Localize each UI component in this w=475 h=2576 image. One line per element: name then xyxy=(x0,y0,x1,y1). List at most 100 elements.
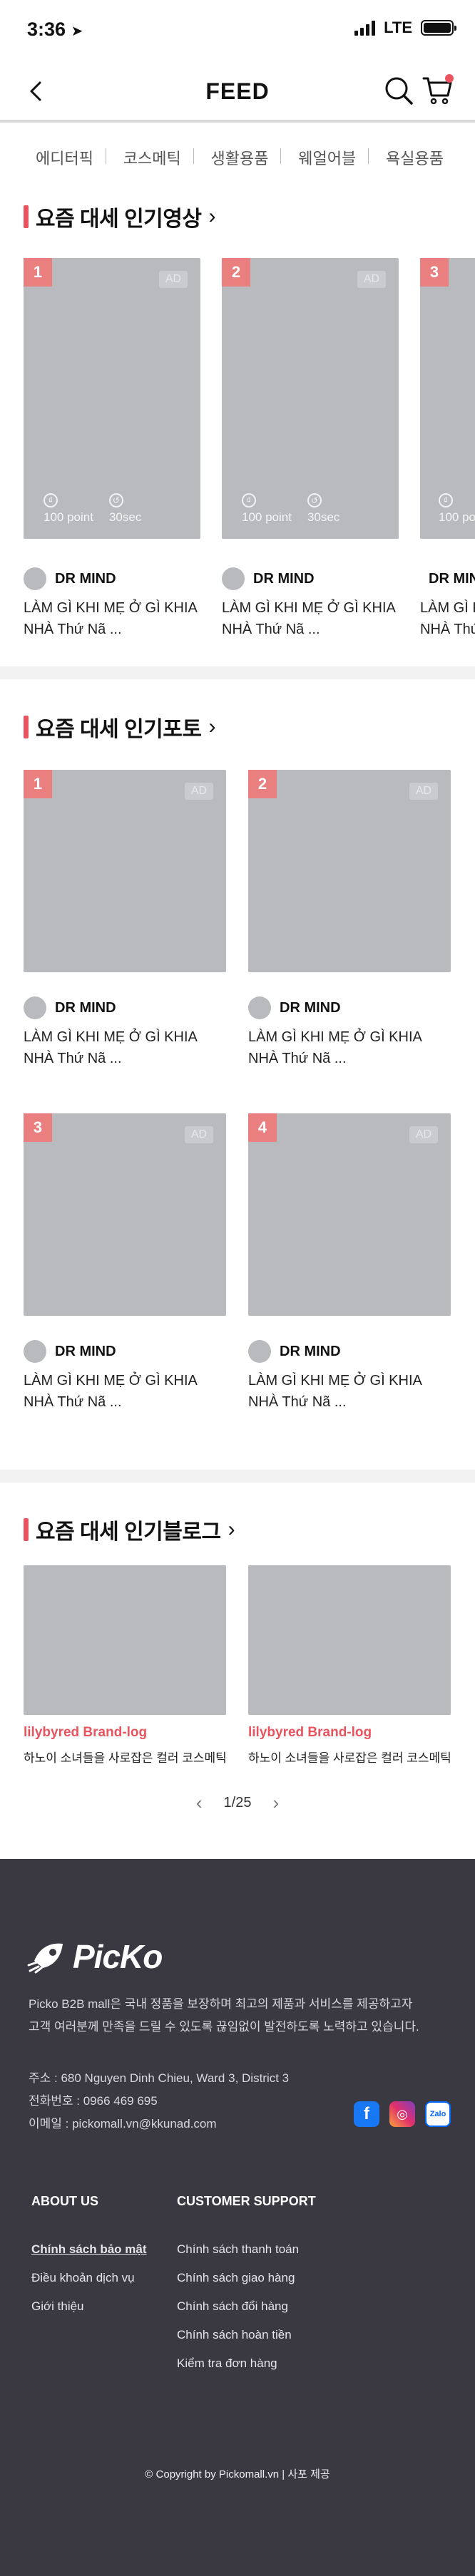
ad-badge: AD xyxy=(409,1126,438,1143)
author-name: DR MIND xyxy=(429,570,475,587)
description-line: LÀM GÌ KHI MẸ Ở GÌ KHIA xyxy=(24,1029,198,1045)
footer-link-shipping[interactable]: Chính sách giao hàng xyxy=(177,2271,299,2285)
tab-living[interactable]: 생활용품 xyxy=(211,146,282,169)
ad-badge: AD xyxy=(185,1126,213,1143)
video-section-title: 요즘 대세 인기영상 xyxy=(36,207,202,231)
footer-link-privacy[interactable]: Chính sách bảo mật xyxy=(31,2242,147,2257)
author[interactable]: DR MIND xyxy=(248,1340,341,1363)
author[interactable]: DR MIND xyxy=(420,567,475,590)
zalo-icon[interactable]: Zalo xyxy=(425,2101,451,2127)
author-name: DR MIND xyxy=(55,1343,116,1359)
feed-page: 3:36 ➤ LTE FEED 에디터픽 코스메틱 생활용품 웨얼어블 욕실용품… xyxy=(0,0,475,2576)
avatar xyxy=(24,1340,46,1363)
tab-bathroom[interactable]: 욕실용품 xyxy=(386,146,456,169)
video-thumbnail[interactable]: 3 ₫ 100 point xyxy=(420,258,475,539)
app-header: FEED xyxy=(0,60,475,123)
blog-description[interactable]: 하노이 소녀들을 사로잡은 컬러 코스메틱 xyxy=(248,1748,451,1766)
video-points: 100 point xyxy=(44,510,93,524)
footer-link-refund[interactable]: Chính sách hoàn tiền xyxy=(177,2328,299,2342)
photo-section-heading[interactable]: 요즘 대세 인기포토 › xyxy=(24,711,215,743)
status-bar: 3:36 ➤ LTE xyxy=(0,0,475,60)
author[interactable]: DR MIND xyxy=(24,1340,116,1363)
status-indicators: LTE xyxy=(354,19,456,37)
rank-badge: 2 xyxy=(248,770,277,798)
section-divider xyxy=(0,666,475,679)
footer-link-order-check[interactable]: Kiểm tra đơn hàng xyxy=(177,2356,299,2371)
blog-brand[interactable]: lilybyred Brand-log xyxy=(248,1725,372,1741)
video-thumbnail[interactable]: 2 AD ₫ 100 point ↺ 30sec xyxy=(222,258,399,539)
footer-link-payment[interactable]: Chính sách thanh toán xyxy=(177,2242,299,2257)
search-button[interactable] xyxy=(382,74,415,107)
photo-description[interactable]: LÀM GÌ KHI MẸ Ở GÌ KHIA NHÀ Thứ Nã ... xyxy=(248,1026,455,1069)
photo-thumbnail[interactable]: 3 AD xyxy=(24,1113,226,1316)
author[interactable]: DR MIND xyxy=(222,567,315,590)
author-name: DR MIND xyxy=(55,570,116,587)
photo-thumbnail[interactable]: 2 AD xyxy=(248,770,451,972)
clock-icon: ↺ xyxy=(307,493,322,508)
description-line: LÀM GÌ KHI xyxy=(420,600,475,616)
blog-thumbnail[interactable] xyxy=(248,1565,451,1715)
photo-thumbnail[interactable]: 4 AD xyxy=(248,1113,451,1316)
footer-link-terms[interactable]: Điều khoản dịch vụ xyxy=(31,2271,147,2285)
photo-description[interactable]: LÀM GÌ KHI MẸ Ở GÌ KHIA NHÀ Thứ Nã ... xyxy=(248,1370,455,1413)
author-name: DR MIND xyxy=(253,570,315,587)
footer-link-exchange[interactable]: Chính sách đổi hàng xyxy=(177,2299,299,2314)
cart-button[interactable] xyxy=(421,73,455,107)
photo-thumbnail[interactable]: 1 AD xyxy=(24,770,226,972)
author-name: DR MIND xyxy=(280,1343,341,1359)
description-line: NHÀ Thứ xyxy=(420,622,475,637)
tab-editor-pick[interactable]: 에디터픽 xyxy=(36,146,106,169)
footer: PicKo Picko B2B mall은 국내 정품을 보장하며 최고의 제품… xyxy=(0,1859,475,2576)
author-name: DR MIND xyxy=(55,999,116,1016)
picko-logo: PicKo xyxy=(27,1937,163,1976)
blog-thumbnail[interactable] xyxy=(24,1565,226,1715)
footer-email[interactable]: 이메일 : pickomall.vn@kkunad.com xyxy=(29,2113,289,2135)
blog-description[interactable]: 하노이 소녀들을 사로잡은 컬러 코스메틱 xyxy=(24,1748,227,1766)
tab-cosmetic[interactable]: 코스메틱 xyxy=(123,146,194,169)
description-line: LÀM GÌ KHI MẸ Ở GÌ KHIA xyxy=(24,600,198,616)
author[interactable]: DR MIND xyxy=(248,996,341,1019)
video-thumbnail[interactable]: 1 AD ₫ 100 point ↺ 30sec xyxy=(24,258,200,539)
description-line: NHÀ Thứ Nã ... xyxy=(24,622,122,637)
description-line: NHÀ Thứ Nã ... xyxy=(248,1051,347,1066)
rank-badge: 1 xyxy=(24,258,52,287)
photo-section-title: 요즘 대세 인기포토 xyxy=(36,718,202,741)
blog-pager: ‹ 1/25 › xyxy=(0,1792,475,1814)
rank-badge: 4 xyxy=(248,1113,277,1142)
blog-section-title: 요즘 대세 인기블로그 xyxy=(36,1520,221,1544)
photo-description[interactable]: LÀM GÌ KHI MẸ Ở GÌ KHIA NHÀ Thứ Nã ... xyxy=(24,1026,230,1069)
avatar xyxy=(248,996,271,1019)
video-meta: ₫ 100 point xyxy=(439,493,475,525)
author[interactable]: DR MIND xyxy=(24,567,116,590)
video-description[interactable]: LÀM GÌ KHI MẸ Ở GÌ KHIA NHÀ Thứ Nã ... xyxy=(222,597,400,640)
video-duration: 30sec xyxy=(307,510,340,524)
customer-support-title: CUSTOMER SUPPORT xyxy=(177,2194,316,2208)
logo-text: PicKo xyxy=(73,1938,163,1975)
description-line: NHÀ Thứ Nã ... xyxy=(222,622,320,637)
avatar xyxy=(24,567,46,590)
prev-page-button[interactable]: ‹ xyxy=(196,1792,203,1814)
network-label: LTE xyxy=(384,19,412,36)
intro-line: Picko B2B mall은 국내 정품을 보장하며 최고의 제품과 서비스를… xyxy=(29,1997,413,2011)
tab-wearable[interactable]: 웨얼어블 xyxy=(298,146,369,169)
facebook-icon[interactable]: f xyxy=(354,2101,379,2127)
video-description[interactable]: LÀM GÌ KHI NHÀ Thứ xyxy=(420,597,475,640)
description-line: LÀM GÌ KHI MẸ Ở GÌ KHIA xyxy=(24,1373,198,1389)
video-section-heading[interactable]: 요즘 대세 인기영상 › xyxy=(24,201,215,232)
author[interactable]: DR MIND xyxy=(24,996,116,1019)
footer-link-about[interactable]: Giới thiệu xyxy=(31,2299,147,2314)
description-line: LÀM GÌ KHI MẸ Ở GÌ KHIA xyxy=(248,1029,422,1045)
ad-badge: AD xyxy=(357,271,386,288)
blog-brand[interactable]: lilybyred Brand-log xyxy=(24,1725,147,1741)
video-description[interactable]: LÀM GÌ KHI MẸ Ở GÌ KHIA NHÀ Thứ Nã ... xyxy=(24,597,202,640)
photo-description[interactable]: LÀM GÌ KHI MẸ Ở GÌ KHIA NHÀ Thứ Nã ... xyxy=(24,1370,230,1413)
author-name: DR MIND xyxy=(280,999,341,1016)
video-points: 100 point xyxy=(439,510,475,524)
instagram-icon[interactable]: ◎ xyxy=(389,2101,415,2127)
rank-badge: 1 xyxy=(24,770,52,798)
rocket-logo-icon xyxy=(27,1943,63,1974)
next-page-button[interactable]: › xyxy=(272,1792,279,1814)
blog-section-heading[interactable]: 요즘 대세 인기블로그 › xyxy=(24,1514,235,1545)
section-accent-bar xyxy=(24,205,29,228)
rank-badge: 3 xyxy=(24,1113,52,1142)
